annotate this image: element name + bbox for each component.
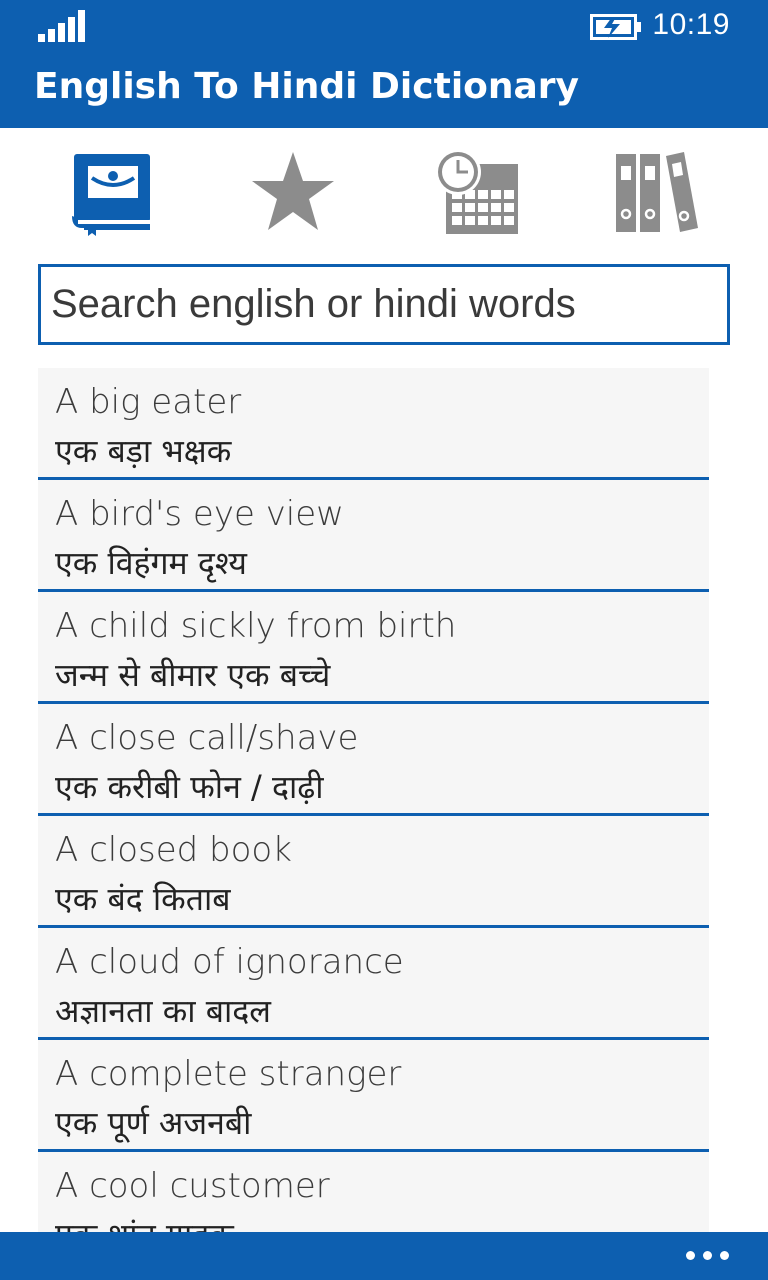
more-dots-icon[interactable] bbox=[686, 1242, 730, 1270]
english-term: A cloud of ignorance bbox=[55, 942, 404, 982]
hindi-translation: एक विहंगम दृश्य bbox=[55, 544, 247, 582]
list-item[interactable]: A bird's eye view एक विहंगम दृश्य bbox=[38, 480, 709, 592]
hindi-translation: एक शांत ग्राहक bbox=[55, 1213, 234, 1232]
english-term: A child sickly from birth bbox=[55, 606, 457, 646]
history-calendar-clock-icon bbox=[435, 149, 518, 234]
signal-bars-icon bbox=[38, 10, 85, 42]
status-clock: 10:19 bbox=[652, 8, 730, 41]
english-term: A cool customer bbox=[55, 1166, 330, 1206]
status-bar: 10:19 bbox=[0, 0, 768, 52]
list-item[interactable]: A big eater एक बड़ा भक्षक bbox=[38, 368, 709, 480]
hindi-translation: एक बड़ा भक्षक bbox=[55, 432, 232, 470]
hindi-translation: अज्ञानता का बादल bbox=[55, 992, 271, 1030]
list-item[interactable]: A closed book एक बंद किताब bbox=[38, 816, 709, 928]
list-item[interactable]: A child sickly from birth जन्म से बीमार … bbox=[38, 592, 709, 704]
app-bar bbox=[0, 1232, 768, 1280]
battery-charging-icon bbox=[590, 14, 641, 40]
star-icon bbox=[252, 152, 334, 230]
hindi-translation: एक बंद किताब bbox=[55, 880, 231, 918]
hindi-translation: एक करीबी फोन / दाढ़ी bbox=[55, 768, 324, 806]
list-item[interactable]: A cloud of ignorance अज्ञानता का बादल bbox=[38, 928, 709, 1040]
list-item[interactable]: A cool customer एक शांत ग्राहक bbox=[38, 1152, 709, 1232]
list-item[interactable]: A complete stranger एक पूर्ण अजनबी bbox=[38, 1040, 709, 1152]
tab-history[interactable] bbox=[432, 148, 522, 238]
tab-bar bbox=[0, 128, 768, 258]
binders-icon bbox=[616, 152, 698, 232]
english-term: A complete stranger bbox=[55, 1054, 402, 1094]
word-list[interactable]: A big eater एक बड़ा भक्षक A bird's eye v… bbox=[38, 368, 709, 1232]
title-bar: English To Hindi Dictionary bbox=[0, 52, 768, 128]
dictionary-book-icon bbox=[72, 154, 150, 236]
list-item[interactable]: A close call/shave एक करीबी फोन / दाढ़ी bbox=[38, 704, 709, 816]
tab-dictionary[interactable] bbox=[66, 148, 156, 238]
search-input[interactable] bbox=[41, 267, 727, 342]
page-title: English To Hindi Dictionary bbox=[34, 66, 580, 107]
tab-favorites[interactable] bbox=[248, 148, 338, 238]
search-box[interactable] bbox=[38, 264, 730, 345]
hindi-translation: एक पूर्ण अजनबी bbox=[55, 1104, 252, 1142]
english-term: A bird's eye view bbox=[55, 494, 344, 534]
english-term: A closed book bbox=[55, 830, 292, 870]
tab-collections[interactable] bbox=[612, 148, 702, 238]
english-term: A big eater bbox=[55, 382, 242, 422]
hindi-translation: जन्म से बीमार एक बच्चे bbox=[55, 656, 331, 694]
english-term: A close call/shave bbox=[55, 718, 359, 758]
